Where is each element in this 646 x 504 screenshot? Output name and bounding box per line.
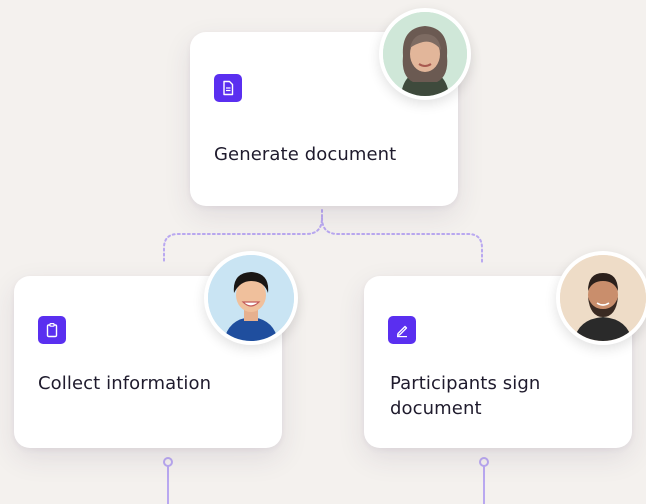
pen-icon [388, 316, 416, 344]
avatar-man-beard [556, 251, 646, 345]
node-label: Participants sign document [390, 373, 541, 419]
avatar-woman-gray-hair [379, 8, 471, 100]
node-label: Generate document [214, 144, 397, 165]
clipboard-icon [38, 316, 66, 344]
document-icon [214, 74, 242, 102]
workflow-diagram: Generate document Collect information Pa… [0, 0, 646, 504]
node-label: Collect information [38, 373, 212, 394]
connector-parent-to-branches [163, 209, 483, 263]
avatar-woman-short-hair [204, 251, 298, 345]
connector-dot-sign [479, 457, 489, 467]
connector-dot-collect [163, 457, 173, 467]
